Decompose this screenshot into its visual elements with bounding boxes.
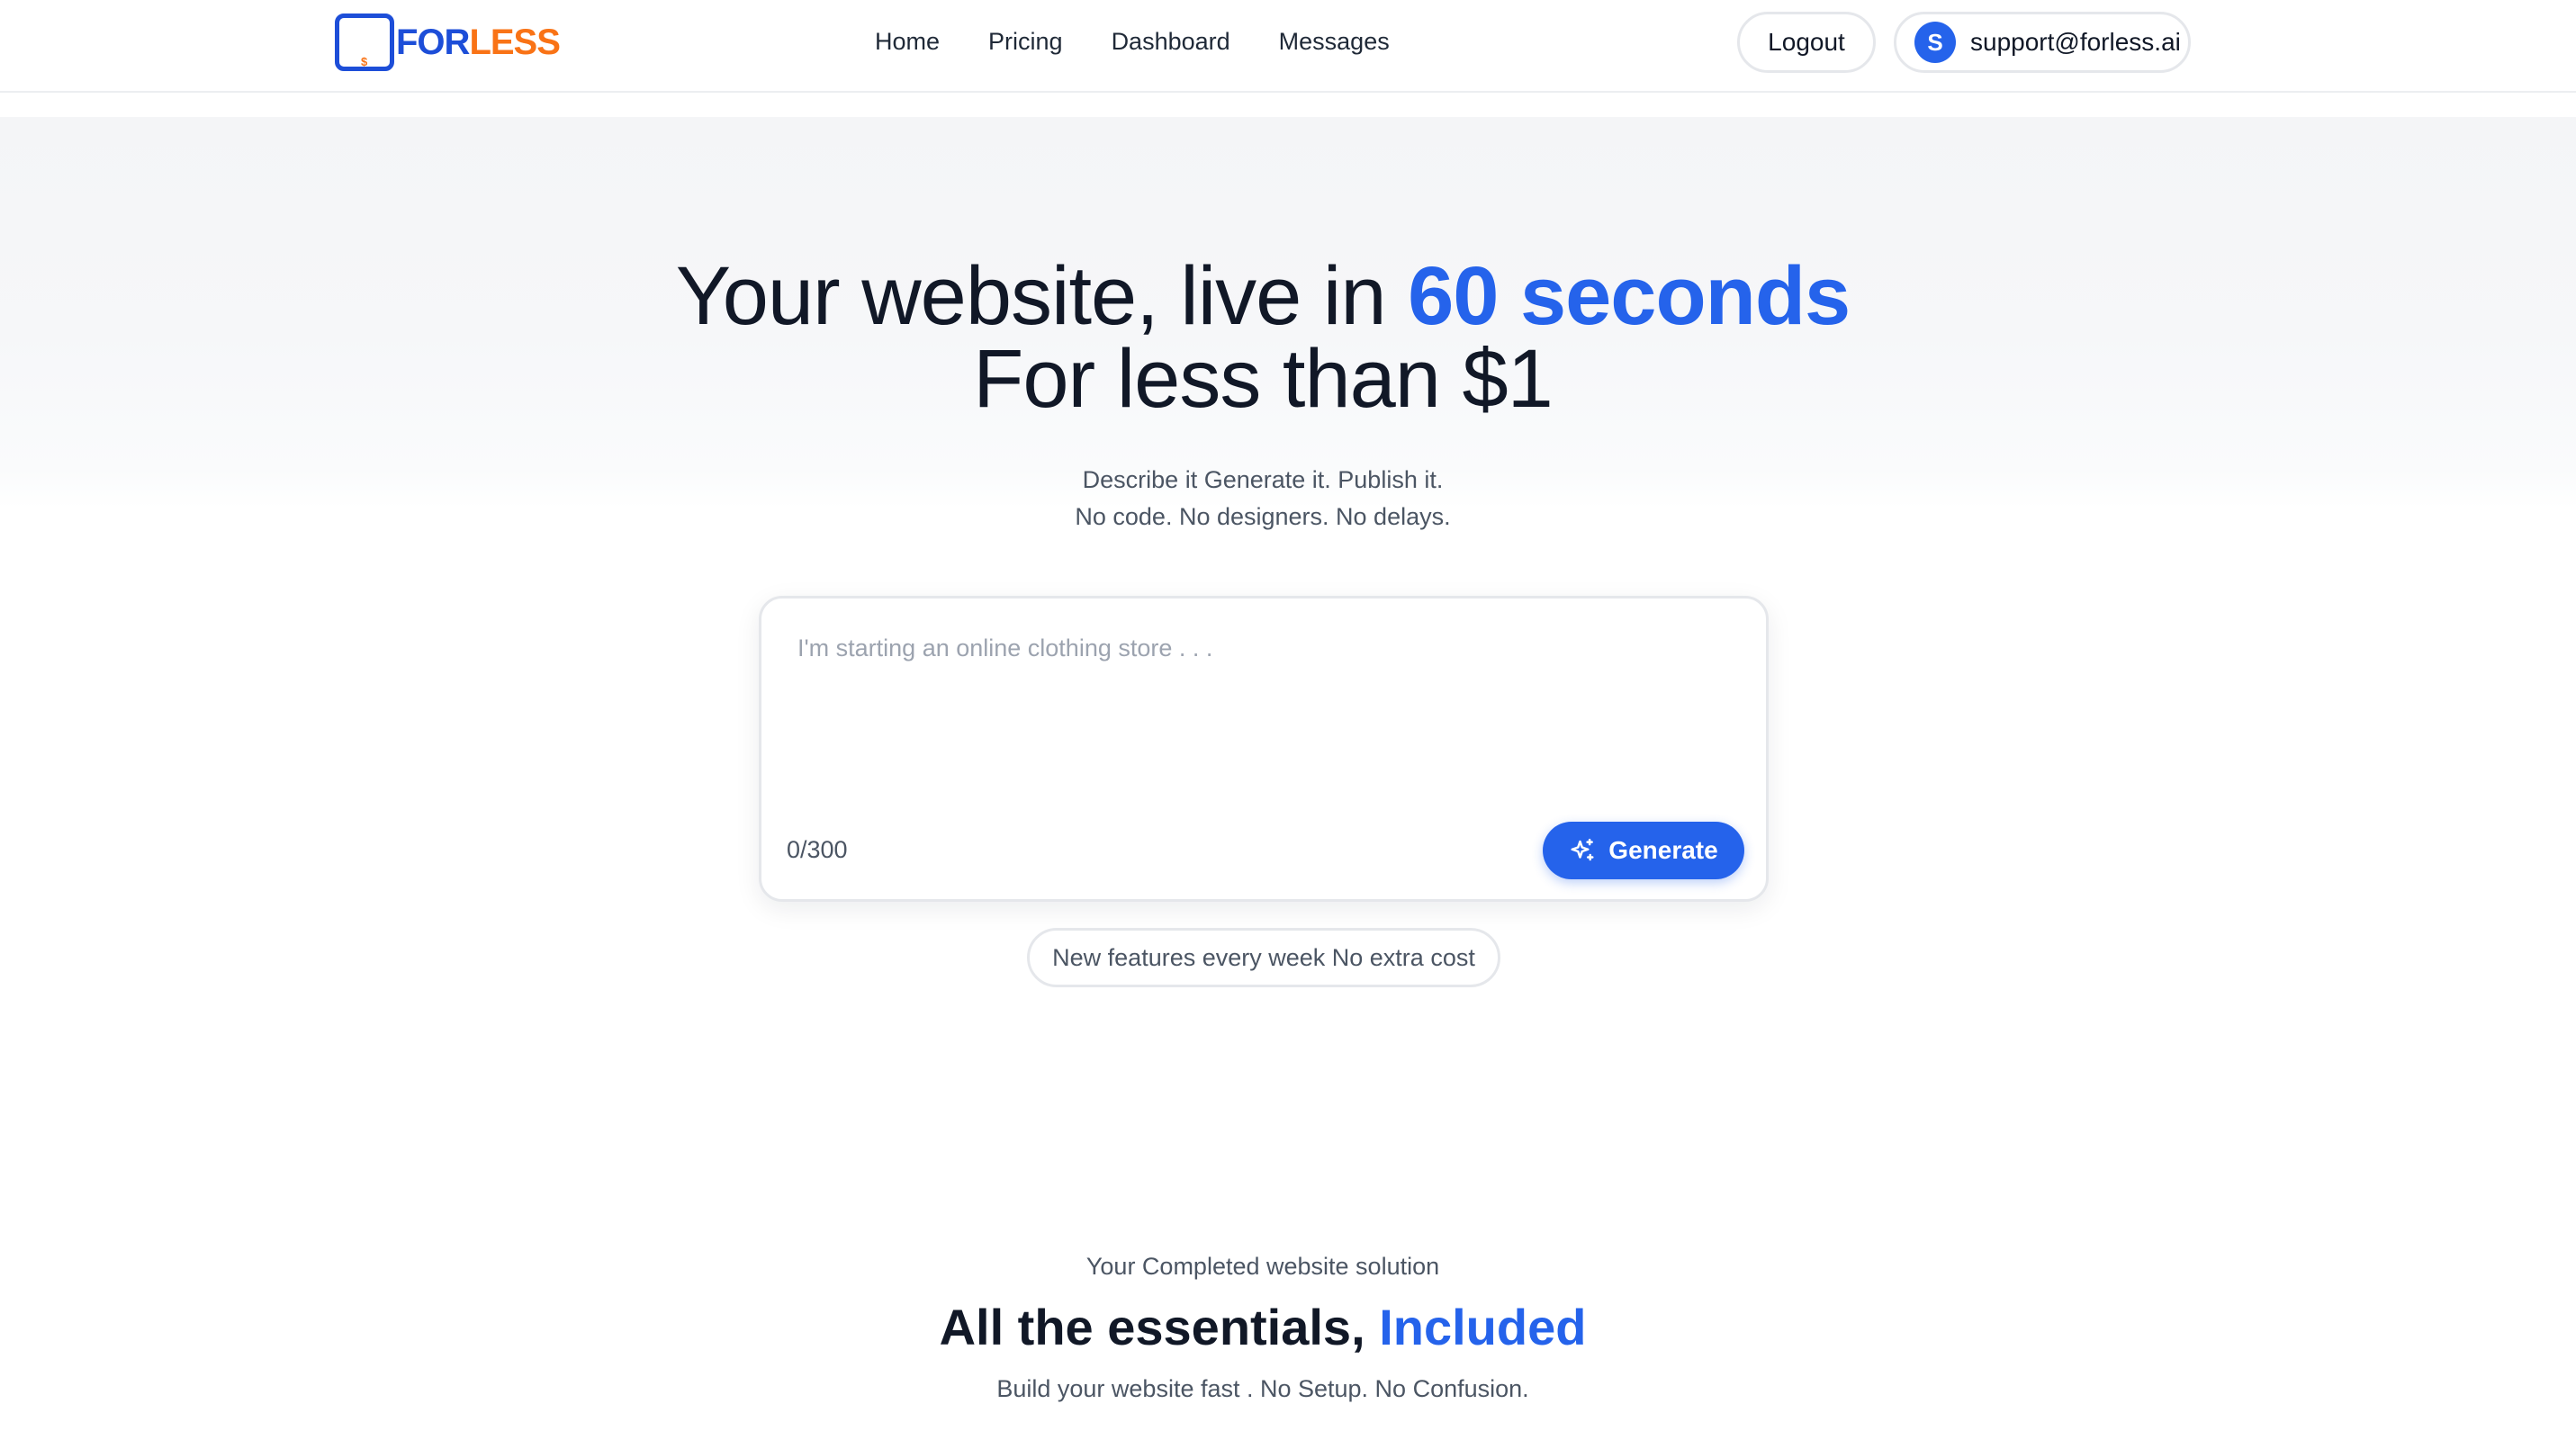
logo-dollar-sign: $ <box>361 55 368 68</box>
avatar: S <box>1914 22 1956 63</box>
logout-button[interactable]: Logout <box>1737 12 1876 73</box>
essentials-title-accent: Included <box>1379 1299 1587 1355</box>
generate-button[interactable]: Generate <box>1543 822 1744 879</box>
logo-mark-icon: $ <box>335 14 394 71</box>
page: $ FOR LESS Home Pricing Dashboard Messag… <box>0 0 2576 1449</box>
essentials-title-main: All the essentials, <box>939 1299 1380 1355</box>
hero-subtitle-line1: Describe it Generate it. Publish it. <box>1082 466 1444 493</box>
prompt-card: 0/300 Generate <box>759 596 1769 902</box>
nav-link-home[interactable]: Home <box>875 25 940 58</box>
character-counter: 0/300 <box>787 836 848 863</box>
hero-title: Your website, live in 60 seconds For les… <box>0 255 2526 420</box>
account-menu-button[interactable]: S support@forless.ai <box>1894 12 2191 73</box>
generate-button-label: Generate <box>1608 836 1718 864</box>
sparkles-icon <box>1571 838 1594 861</box>
features-badge: New features every week No extra cost <box>1027 928 1500 987</box>
account-email: support@forless.ai <box>1970 28 2181 56</box>
essentials-kicker: Your Completed website solution <box>1085 1253 1440 1280</box>
forless-logo[interactable]: $ FOR LESS <box>335 13 561 72</box>
nav-link-messages[interactable]: Messages <box>1279 25 1390 58</box>
essentials-title: All the essentials, Included <box>0 1298 2526 1357</box>
hero-title-line1: Your website, live in <box>675 250 1409 342</box>
hero-title-line2: For less than $1 <box>973 333 1554 425</box>
logo-text-less: LESS <box>469 22 560 62</box>
logo-text-for: FOR <box>396 22 470 62</box>
main-nav: Home Pricing Dashboard Messages <box>875 25 1438 58</box>
hero-subtitle-line2: No code. No designers. No delays. <box>1075 503 1451 530</box>
essentials-subtitle: Build your website fast . No Setup. No C… <box>996 1375 1529 1402</box>
site-header: $ FOR LESS Home Pricing Dashboard Messag… <box>0 0 2576 93</box>
hero-title-accent: 60 seconds <box>1408 250 1851 342</box>
nav-link-pricing[interactable]: Pricing <box>988 25 1063 58</box>
nav-link-dashboard[interactable]: Dashboard <box>1112 25 1230 58</box>
website-description-input[interactable] <box>797 634 1734 778</box>
